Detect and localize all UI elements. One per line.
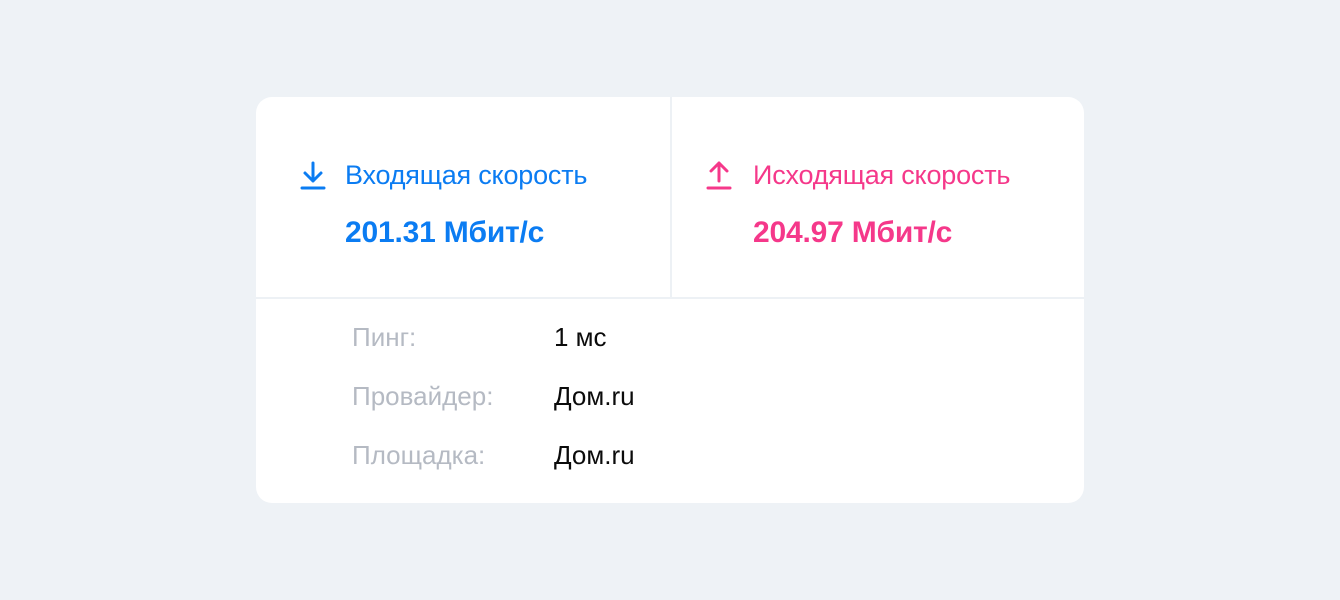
- download-arrow-icon: [300, 161, 326, 190]
- detail-row-ping: Пинг: 1 мс: [352, 322, 952, 356]
- detail-row-provider: Провайдер: Дом.ru: [352, 381, 952, 415]
- download-speed-label: Входящая скорость: [345, 160, 588, 190]
- server-label: Площадка:: [352, 440, 486, 470]
- detail-row-server: Площадка: Дом.ru: [352, 440, 952, 474]
- provider-value: Дом.ru: [554, 381, 635, 411]
- connection-details: Пинг: 1 мс Провайдер: Дом.ru Площадка: Д…: [256, 299, 1084, 503]
- upload-speed-label: Исходящая скорость: [753, 160, 1011, 190]
- upload-speed-panel: Исходящая скорость 204.97 Мбит/с: [672, 97, 1084, 297]
- download-speed-panel: Входящая скорость 201.31 Мбит/с: [256, 97, 670, 297]
- speed-summary: Входящая скорость 201.31 Мбит/с Исходяща…: [256, 97, 1084, 299]
- server-value: Дом.ru: [554, 440, 635, 470]
- upload-speed-value: 204.97 Мбит/с: [753, 216, 953, 249]
- provider-label: Провайдер:: [352, 381, 494, 411]
- speed-test-result-card: Входящая скорость 201.31 Мбит/с Исходяща…: [256, 97, 1084, 503]
- ping-label: Пинг:: [352, 322, 417, 352]
- ping-value: 1 мс: [554, 322, 607, 352]
- download-speed-value: 201.31 Мбит/с: [345, 216, 545, 249]
- upload-arrow-icon: [706, 161, 732, 190]
